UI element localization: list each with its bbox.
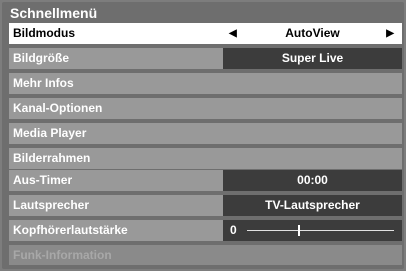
menu-item-label: Aus-Timer	[13, 173, 73, 187]
menu-item-label: Kopfhörerlautstärke	[13, 223, 128, 237]
menu-item-label: Kanal-Optionen	[13, 101, 103, 115]
menu-item-label: Bildmodus	[13, 26, 75, 40]
quick-menu: Schnellmenü Bildmodus ◀ AutoView ▶ Bildg…	[2, 2, 404, 269]
bildmodus-selector[interactable]: ◀ AutoView ▶	[223, 23, 402, 44]
volume-slider[interactable]: 0	[223, 220, 402, 241]
slider-track	[247, 225, 394, 236]
aus-timer-value: 00:00	[223, 170, 402, 191]
menu-item-label: Mehr Infos	[13, 76, 74, 90]
menu-item-label: Bilderrahmen	[13, 151, 91, 165]
menu-item-label: Bildgröße	[13, 51, 69, 65]
left-arrow-icon[interactable]: ◀	[229, 23, 237, 44]
slider-handle[interactable]	[298, 225, 301, 236]
menu-item-bilderrahmen[interactable]: Bilderrahmen	[9, 148, 402, 169]
menu-item-bildmodus[interactable]: Bildmodus ◀ AutoView ▶	[9, 23, 402, 44]
lautsprecher-value: TV-Lautsprecher	[223, 195, 402, 216]
menu-item-label: Lautsprecher	[13, 198, 90, 212]
menu-item-funk-information: Funk-Information	[9, 245, 402, 265]
menu-item-mehr-infos[interactable]: Mehr Infos	[9, 73, 402, 94]
bildmodus-value: AutoView	[285, 26, 340, 40]
menu-item-label: Media Player	[13, 126, 87, 140]
menu-item-lautsprecher[interactable]: Lautsprecher TV-Lautsprecher	[9, 195, 402, 216]
volume-value: 0	[230, 223, 237, 237]
menu-title: Schnellmenü	[10, 5, 98, 21]
right-arrow-icon[interactable]: ▶	[386, 23, 394, 44]
menu-item-media-player[interactable]: Media Player	[9, 123, 402, 144]
menu-item-kopfhoererlautstaerke[interactable]: Kopfhörerlautstärke 0	[9, 220, 402, 241]
menu-item-label: Funk-Information	[13, 248, 112, 262]
bildgroesse-value: Super Live	[223, 48, 402, 69]
menu-item-bildgroesse[interactable]: Bildgröße Super Live	[9, 48, 402, 69]
menu-item-kanal-optionen[interactable]: Kanal-Optionen	[9, 98, 402, 119]
menu-item-aus-timer[interactable]: Aus-Timer 00:00	[9, 170, 402, 191]
